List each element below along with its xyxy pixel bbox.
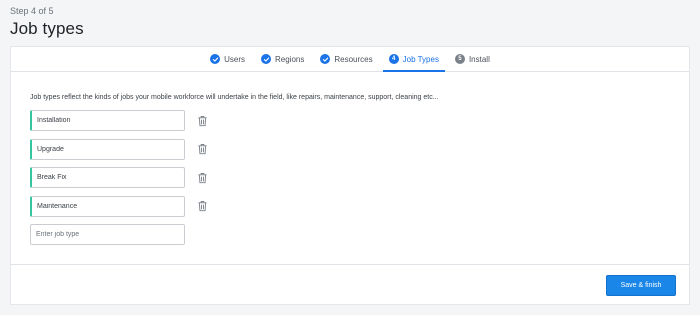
new-job-type-row: [30, 224, 670, 245]
save-finish-button[interactable]: Save & finish: [606, 275, 676, 296]
step-install[interactable]: 5 Install: [449, 47, 496, 71]
job-types-description: Job types reflect the kinds of jobs your…: [30, 94, 439, 101]
check-icon: [261, 54, 272, 64]
wizard-card: Users Regions Resources 4 Job Types 5 In…: [10, 46, 690, 305]
step-label: Job Types: [402, 54, 439, 64]
step-job-types[interactable]: 4 Job Types: [382, 47, 446, 72]
step-number-badge: 5: [454, 54, 465, 64]
step-label: Resources: [334, 54, 373, 64]
page-title: Job types: [10, 19, 84, 38]
job-type-input[interactable]: [30, 110, 185, 131]
step-regions[interactable]: Regions: [255, 47, 310, 71]
job-type-input[interactable]: [30, 138, 185, 160]
step-label: Install: [468, 54, 490, 64]
trash-icon[interactable]: [196, 114, 208, 127]
step-number-badge: 4: [388, 54, 399, 64]
job-type-row: [30, 195, 670, 217]
check-icon: [210, 54, 221, 64]
step-counter: Step 4 of 5: [10, 6, 54, 16]
step-users[interactable]: Users: [204, 47, 251, 71]
wizard-stepper: Users Regions Resources 4 Job Types 5 In…: [11, 47, 689, 72]
job-type-row: [30, 110, 670, 131]
job-types-form: Job types reflect the kinds of jobs your…: [11, 94, 689, 245]
step-label: Users: [224, 54, 246, 64]
trash-icon[interactable]: [196, 200, 208, 213]
job-type-row: [30, 138, 670, 160]
step-resources[interactable]: Resources: [314, 47, 378, 71]
job-type-row: [30, 167, 670, 188]
job-type-input[interactable]: [30, 167, 185, 188]
step-label: Regions: [275, 54, 305, 64]
trash-icon[interactable]: [196, 143, 208, 156]
wizard-footer: Save & finish: [11, 264, 689, 304]
new-job-type-input[interactable]: [30, 224, 185, 245]
trash-icon[interactable]: [196, 171, 208, 184]
page-header: Step 4 of 5 Job types: [10, 6, 84, 39]
job-type-input[interactable]: [30, 195, 185, 217]
check-icon: [320, 54, 331, 64]
